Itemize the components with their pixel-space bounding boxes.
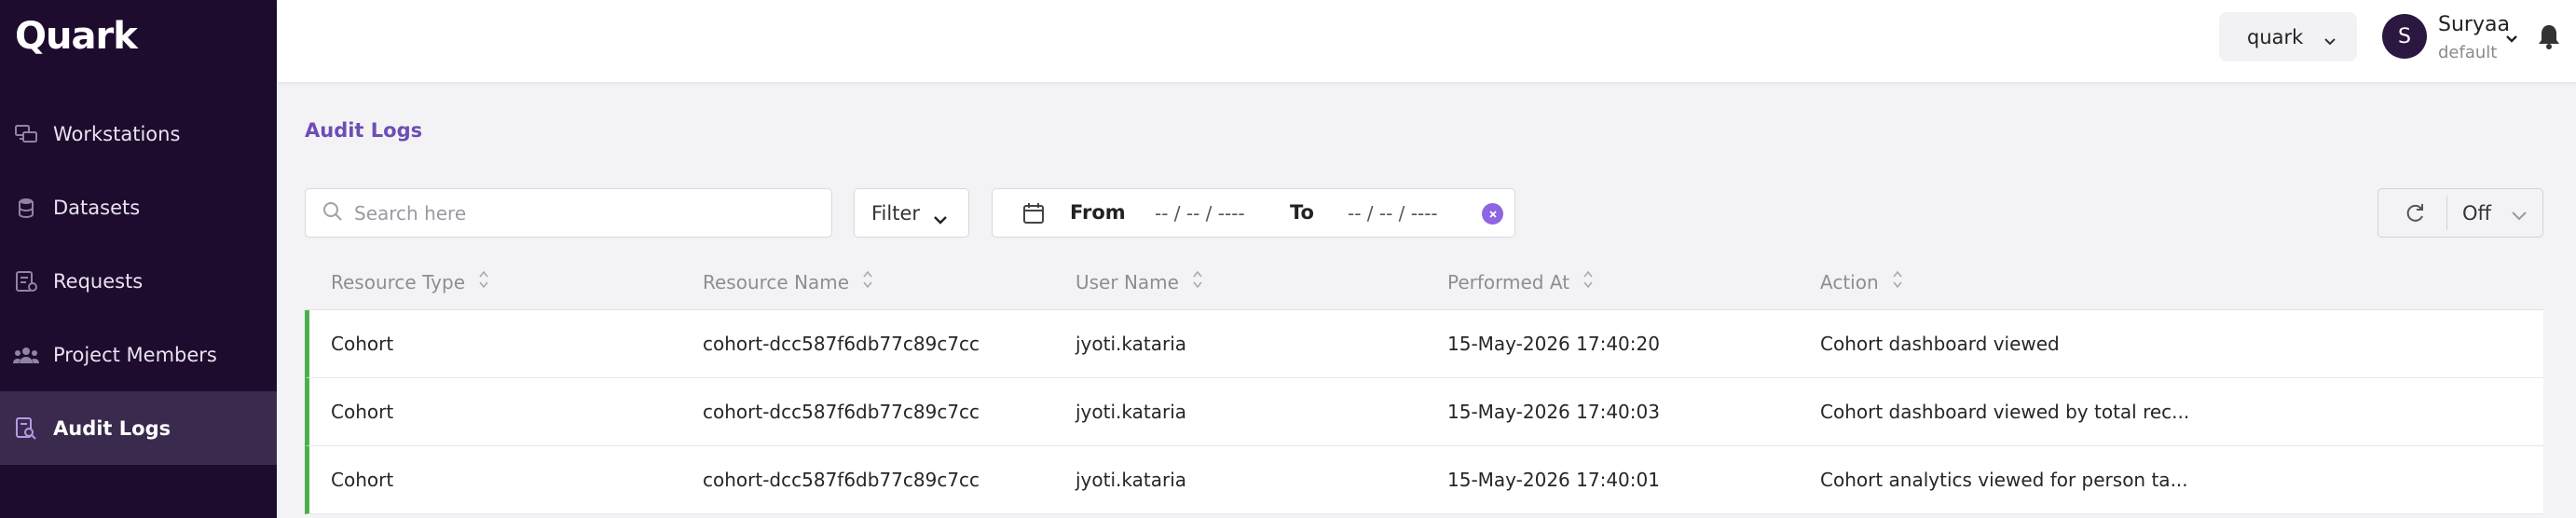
project-select[interactable]: quark <box>2219 12 2357 61</box>
to-label: To <box>1290 201 1314 224</box>
table-header: Resource Type Resource Name User Name Pe… <box>305 254 2543 310</box>
cell-performed-at: 15-May-2026 17:40:20 <box>1447 333 1660 355</box>
cell-action: Cohort dashboard viewed by total rec... <box>1820 401 2190 423</box>
sort-icon[interactable] <box>478 269 489 294</box>
sidebar-item-datasets[interactable]: Datasets <box>0 170 277 244</box>
divider <box>2446 197 2447 230</box>
from-date-input[interactable]: -- / -- / ---- <box>1155 202 1245 225</box>
filter-label: Filter <box>871 201 921 225</box>
chevron-down-icon <box>2323 29 2336 51</box>
sidebar-item-label: Requests <box>53 269 144 293</box>
requests-icon <box>13 268 39 294</box>
auto-refresh-control: Off <box>2377 188 2543 238</box>
cell-performed-at: 15-May-2026 17:40:01 <box>1447 469 1660 491</box>
sort-icon[interactable] <box>1892 269 1903 294</box>
cell-action: Cohort analytics viewed for person ta... <box>1820 469 2188 491</box>
chevron-down-icon <box>933 208 948 230</box>
avatar[interactable]: S <box>2382 14 2427 59</box>
refresh-interval-select[interactable]: Off <box>2462 202 2491 225</box>
refresh-icon[interactable] <box>2403 201 2427 229</box>
chevron-down-icon[interactable] <box>2511 208 2528 225</box>
cell-performed-at: 15-May-2026 17:40:03 <box>1447 401 1660 423</box>
search-icon <box>322 201 343 225</box>
database-icon <box>13 195 39 221</box>
project-select-value: quark <box>2247 25 2304 48</box>
audit-icon <box>13 416 39 442</box>
sort-icon[interactable] <box>862 269 873 294</box>
sort-icon[interactable] <box>1583 269 1594 294</box>
table-row[interactable]: Cohort cohort-dcc587f6db77c89c7cc jyoti.… <box>305 310 2543 378</box>
chevron-down-icon[interactable] <box>2505 30 2518 48</box>
filter-button[interactable]: Filter <box>854 188 969 238</box>
search-input[interactable] <box>354 201 802 225</box>
cell-user-name: jyoti.kataria <box>1076 469 1187 491</box>
search-box[interactable] <box>305 188 832 238</box>
user-org: default <box>2438 43 2498 62</box>
sidebar-item-requests[interactable]: Requests <box>0 244 277 318</box>
members-icon <box>13 342 39 368</box>
sidebar-item-project-members[interactable]: Project Members <box>0 318 277 391</box>
cell-resource-type: Cohort <box>331 401 394 423</box>
cell-action: Cohort dashboard viewed <box>1820 333 2060 355</box>
column-header-resource-name[interactable]: Resource Name <box>703 269 873 294</box>
sort-icon[interactable] <box>1192 269 1203 294</box>
sidebar-item-label: Project Members <box>53 343 217 366</box>
sidebar-item-workstations[interactable]: Workstations <box>0 97 277 170</box>
to-date-input[interactable]: -- / -- / ---- <box>1348 202 1438 225</box>
cell-resource-type: Cohort <box>331 333 394 355</box>
cell-resource-name: cohort-dcc587f6db77c89c7cc <box>703 333 980 355</box>
user-name[interactable]: Suryaa <box>2438 13 2510 36</box>
date-range-picker[interactable]: From -- / -- / ---- To -- / -- / ---- <box>992 188 1515 238</box>
clear-date-icon[interactable] <box>1482 203 1503 225</box>
sidebar: Quark Workstations Datasets Requests Pro… <box>0 0 277 518</box>
table-row[interactable]: Cohort cohort-dcc587f6db77c89c7cc jyoti.… <box>305 446 2543 514</box>
column-header-action[interactable]: Action <box>1820 269 1903 294</box>
column-header-user-name[interactable]: User Name <box>1076 269 1203 294</box>
cell-resource-name: cohort-dcc587f6db77c89c7cc <box>703 469 980 491</box>
column-header-performed-at[interactable]: Performed At <box>1447 269 1594 294</box>
sidebar-item-label: Audit Logs <box>53 416 171 440</box>
cell-resource-name: cohort-dcc587f6db77c89c7cc <box>703 401 980 423</box>
sidebar-nav: Workstations Datasets Requests Project M… <box>0 97 277 465</box>
sidebar-item-label: Workstations <box>53 122 181 145</box>
sidebar-item-audit-logs[interactable]: Audit Logs <box>0 391 277 465</box>
cell-user-name: jyoti.kataria <box>1076 333 1187 355</box>
bell-icon[interactable] <box>2537 22 2561 54</box>
workstation-icon <box>13 121 39 147</box>
column-header-resource-type[interactable]: Resource Type <box>331 269 489 294</box>
sidebar-item-label: Datasets <box>53 196 141 219</box>
from-label: From <box>1070 201 1126 224</box>
table-row[interactable]: Cohort cohort-dcc587f6db77c89c7cc jyoti.… <box>305 378 2543 446</box>
app-logo: Quark <box>15 15 138 58</box>
cell-user-name: jyoti.kataria <box>1076 401 1187 423</box>
breadcrumb[interactable]: Audit Logs <box>305 119 422 142</box>
calendar-icon[interactable] <box>1022 202 1045 228</box>
audit-log-table: Resource Type Resource Name User Name Pe… <box>305 254 2543 514</box>
cell-resource-type: Cohort <box>331 469 394 491</box>
